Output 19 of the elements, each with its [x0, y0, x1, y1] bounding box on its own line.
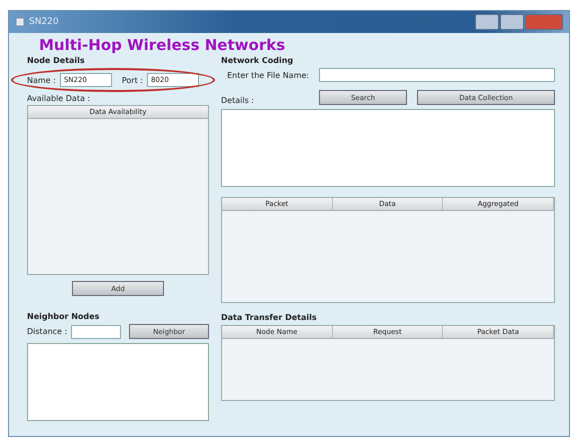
window-title: SN220 — [29, 17, 59, 27]
field-label: Distance : — [27, 327, 68, 336]
field-label: Name : — [27, 76, 56, 84]
window-icon — [15, 17, 25, 27]
field-label: Available Data : — [27, 94, 92, 103]
maximize-button[interactable] — [500, 14, 524, 30]
section-heading: Neighbor Nodes — [27, 312, 100, 321]
app-title: Multi-Hop Wireless Networks — [39, 36, 286, 54]
minimize-button[interactable] — [475, 14, 499, 30]
section-heading: Data Transfer Details — [221, 313, 318, 322]
file-name-field[interactable] — [319, 68, 555, 82]
field-label: Port : — [122, 76, 143, 84]
field-label: Details : — [221, 96, 255, 105]
details-area[interactable] — [221, 109, 555, 187]
distance-field[interactable] — [71, 324, 122, 338]
neighbor-list[interactable] — [27, 343, 209, 421]
section-heading: Network Coding — [221, 56, 294, 65]
section-heading: Node Details — [27, 56, 86, 65]
field-label: Enter the File Name: — [226, 70, 309, 80]
